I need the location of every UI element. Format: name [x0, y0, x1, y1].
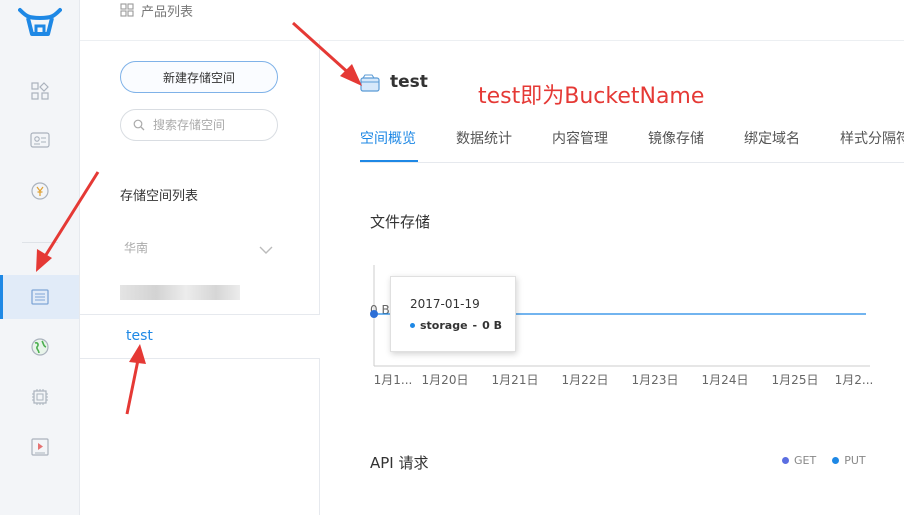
- globe-icon: [30, 338, 49, 356]
- list-divider: [80, 314, 320, 315]
- icon-rail: [0, 0, 80, 515]
- legend-dot-icon: [782, 457, 789, 464]
- x-tick-label: 1月25日: [772, 373, 819, 387]
- x-tick-label: 1月24日: [702, 373, 749, 387]
- chip-icon: [31, 389, 48, 405]
- bucket-search-box[interactable]: [120, 109, 278, 141]
- breadcrumb[interactable]: 产品列表: [120, 0, 193, 20]
- rail-item-storage[interactable]: [0, 275, 79, 319]
- new-bucket-button[interactable]: 新建存储空间: [120, 61, 278, 93]
- bucket-list-title: 存储空间列表: [120, 189, 199, 204]
- yen-icon: [30, 182, 49, 200]
- tab-mirror[interactable]: 镜像存储: [648, 128, 704, 148]
- storage-icon: [30, 289, 49, 305]
- arrow-to-title: [291, 21, 362, 86]
- api-legend: GET PUT: [782, 454, 866, 467]
- tooltip-date: 2017-01-19: [410, 297, 480, 311]
- rail-item-account[interactable]: [0, 118, 79, 162]
- x-tick-label: 1月22日: [562, 373, 609, 387]
- bucket-item-test[interactable]: test: [126, 328, 153, 344]
- chevron-down-icon[interactable]: [258, 240, 274, 259]
- tab-statistics[interactable]: 数据统计: [456, 128, 512, 148]
- grid-icon: [30, 82, 49, 100]
- tab-bar: 空间概览 数据统计 内容管理 镜像存储 绑定域名 样式分隔符: [360, 128, 904, 162]
- logo-icon[interactable]: [18, 6, 62, 42]
- id-card-icon: [29, 132, 50, 148]
- legend-item-get[interactable]: GET: [782, 454, 816, 467]
- rail-divider: [22, 242, 58, 243]
- list-divider: [80, 358, 320, 359]
- rail-item-media[interactable]: [0, 425, 79, 469]
- blurred-bucket-item[interactable]: [120, 285, 240, 300]
- tooltip-value: 0 B: [482, 319, 502, 332]
- legend-dot-icon: [832, 457, 840, 464]
- tooltip-separator: -: [472, 319, 478, 332]
- rail-item-compute[interactable]: [0, 375, 79, 419]
- annotation-text: test即为BucketName: [478, 84, 705, 109]
- data-point-storage: [370, 310, 378, 318]
- x-tick-label: 1月23日: [632, 373, 679, 387]
- arrow-to-bucket: [125, 344, 146, 415]
- bucket-icon: [360, 74, 380, 96]
- api-requests-heading: API 请求: [370, 454, 429, 472]
- column-divider: [319, 41, 320, 315]
- legend-label: PUT: [844, 454, 866, 467]
- tab-divider: [360, 162, 904, 163]
- rail-item-billing[interactable]: [0, 169, 79, 213]
- search-icon: [133, 119, 145, 131]
- tab-overview[interactable]: 空间概览: [360, 128, 416, 148]
- x-tick-label: 1月2...: [835, 373, 874, 387]
- x-tick-label: 1月21日: [492, 373, 539, 387]
- chart-tooltip: 2017-01-19 storage - 0 B: [390, 276, 516, 352]
- header-divider: [80, 40, 904, 41]
- tooltip-series-name: storage: [420, 319, 468, 332]
- breadcrumb-label[interactable]: 产品列表: [141, 1, 193, 20]
- legend-item-put[interactable]: PUT: [832, 454, 866, 467]
- series-dot-icon: [410, 323, 415, 328]
- grid-icon: [120, 3, 134, 17]
- x-tick-label: 1月1...: [374, 373, 413, 387]
- x-tick-label: 1月20日: [422, 373, 469, 387]
- tooltip-series: storage - 0 B: [410, 319, 502, 332]
- tab-content[interactable]: 内容管理: [552, 128, 608, 148]
- tab-style-separator[interactable]: 样式分隔符: [840, 128, 904, 148]
- region-selector-label[interactable]: 华南: [124, 239, 148, 256]
- video-icon: [30, 438, 49, 456]
- legend-label: GET: [794, 454, 817, 467]
- bucket-title: test: [390, 72, 428, 92]
- tab-domain[interactable]: 绑定域名: [744, 128, 800, 148]
- file-storage-heading: 文件存储: [370, 213, 431, 231]
- rail-item-products[interactable]: [0, 69, 79, 113]
- bucket-search-input[interactable]: [151, 117, 275, 133]
- column-divider: [319, 358, 320, 515]
- rail-item-cdn[interactable]: [0, 325, 79, 369]
